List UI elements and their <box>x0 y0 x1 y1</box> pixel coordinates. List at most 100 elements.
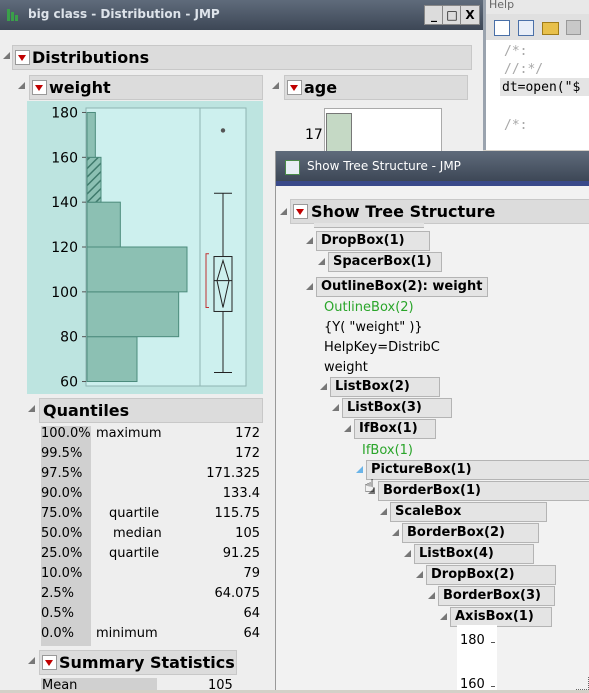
histogram-bar <box>86 201 121 248</box>
resize-grip-icon[interactable] <box>576 677 589 690</box>
quantile-pct: 25.0% <box>41 546 83 561</box>
tree-title-bar[interactable]: Show Tree Structure - JMP <box>276 151 589 181</box>
histogram-bar <box>86 246 188 293</box>
tree-window-title: Show Tree Structure - JMP <box>307 159 461 173</box>
red-triangle-menu-icon[interactable] <box>42 655 57 670</box>
tree-node-box[interactable]: OutlineBox(2): weight <box>316 277 488 297</box>
tree-node-property: {Y( "weight" )} <box>324 320 423 335</box>
tree-node-box[interactable]: ListBox(3) <box>342 398 452 418</box>
quantile-pct: 50.0% <box>41 526 83 541</box>
new-script-icon[interactable] <box>494 20 510 36</box>
tree-node-box[interactable]: ListBox(4) <box>414 544 534 564</box>
disclosure-icon[interactable] <box>404 550 411 557</box>
save-icon[interactable] <box>566 20 581 35</box>
y-axis-tick-label: 60 <box>60 375 78 391</box>
summary-mean-label: Mean <box>42 678 78 693</box>
run-script-icon[interactable] <box>518 20 534 36</box>
quantile-value: 105 <box>235 526 260 541</box>
tree-node-box[interactable]: AxisBox(1) <box>450 607 552 627</box>
disclosure-icon[interactable] <box>320 383 327 390</box>
tree-node-box[interactable]: IfBox(1) <box>354 419 436 439</box>
jmp-window-icon <box>285 160 300 175</box>
y-axis-tick-label: 180 <box>51 105 78 121</box>
age-plot <box>324 108 442 155</box>
quantile-label: quartile <box>109 546 160 561</box>
quantile-value: 115.75 <box>214 506 261 521</box>
disclosure-icon[interactable] <box>344 425 351 432</box>
disclosure-icon[interactable] <box>428 592 435 599</box>
histogram-bar <box>86 291 180 338</box>
quantile-value: 64.075 <box>214 586 261 601</box>
tree-node-box[interactable]: BorderBox(2) <box>402 523 539 543</box>
quantile-label: median <box>113 526 162 541</box>
disclosure-icon[interactable] <box>306 283 313 290</box>
disclosure-icon[interactable] <box>318 258 325 265</box>
axis-box-area: 180 160 <box>457 625 497 692</box>
tree-node-class-label: IfBox(1) <box>362 443 413 458</box>
script-line: /*: <box>504 44 528 59</box>
tree-node-property: HelpKey=DistribC <box>324 340 440 355</box>
boxplot-outlier-point <box>220 128 226 133</box>
red-triangle-menu-icon[interactable] <box>287 80 302 95</box>
y-axis-tick-label: 80 <box>60 330 78 346</box>
help-menu[interactable]: Help <box>489 0 514 11</box>
axis-tick-mark <box>491 686 495 687</box>
y-axis-tick-label: 120 <box>51 240 78 256</box>
script-window: Help /*: //:*/ dt=open("$ /*: <box>483 0 589 150</box>
disclosure-icon[interactable] <box>280 208 287 215</box>
tree-outline-header[interactable]: Show Tree Structure <box>290 199 589 224</box>
open-folder-icon[interactable] <box>542 22 559 35</box>
tree-node-box[interactable]: SpacerBox(1) <box>328 252 442 272</box>
tree-nodes: DropBox(1) SpacerBox(1) OutlineBox(2): wei… <box>276 223 589 690</box>
age-bar <box>326 113 352 155</box>
quantile-pct: 99.5% <box>41 446 83 461</box>
tree-node-box[interactable]: PictureBox(1) <box>366 460 589 480</box>
disclosure-icon[interactable] <box>306 237 313 244</box>
weight-histogram-boxplot: 180 160 140 120 100 80 60 <box>51 105 247 391</box>
boxplot-box <box>213 256 233 312</box>
tree-node-box[interactable]: DropBox(1) <box>316 231 430 251</box>
minimize-button[interactable]: _ <box>424 5 444 25</box>
script-line: /*: <box>504 118 528 133</box>
summary-statistics-title: Summary Statistics <box>59 653 235 672</box>
disclosure-icon[interactable] <box>28 657 35 664</box>
maximize-button[interactable]: □ <box>442 5 462 25</box>
quantile-pct: 2.5% <box>41 586 75 601</box>
disclosure-icon[interactable] <box>380 508 387 515</box>
age-outline-header[interactable]: age <box>284 75 468 100</box>
script-editor[interactable]: /*: //:*/ dt=open("$ /*: <box>486 40 589 150</box>
histogram-bar <box>86 336 138 383</box>
red-triangle-menu-icon[interactable] <box>293 204 308 219</box>
hand-cursor-icon: ☝ <box>364 476 375 497</box>
tree-node-box[interactable]: ListBox(2) <box>330 377 440 397</box>
disclosure-icon[interactable] <box>356 466 363 473</box>
script-toolbar <box>486 14 589 40</box>
quantile-value: 64 <box>243 626 260 641</box>
tree-node-box[interactable]: DropBox(2) <box>426 565 556 585</box>
script-line: dt=open("$ <box>502 80 581 95</box>
axis-tick-label: 180 <box>460 633 485 648</box>
disclosure-icon[interactable] <box>440 613 447 620</box>
tree-node-box[interactable]: BorderBox(3) <box>438 586 555 606</box>
script-line: //:*/ <box>504 62 544 77</box>
disclosure-icon[interactable] <box>332 404 339 411</box>
disclosure-icon[interactable] <box>272 82 279 89</box>
age-tick-label: 17 <box>305 127 323 143</box>
disclosure-icon[interactable] <box>416 571 423 578</box>
tree-node-box[interactable]: BorderBox(1) <box>378 481 589 501</box>
quantile-pct: 100.0% <box>41 426 91 441</box>
histogram-bar <box>86 111 96 158</box>
quantile-label: minimum <box>96 626 158 641</box>
quantiles-table: 100.0% maximum 172 99.5% 172 97.5% 171.325 90.0… <box>41 426 266 646</box>
tree-node-box[interactable]: ScaleBox <box>390 502 547 522</box>
quantile-label: maximum <box>96 426 162 441</box>
disclosure-icon[interactable] <box>28 405 35 412</box>
close-button[interactable]: X <box>460 5 480 25</box>
quantile-label: quartile <box>109 506 160 521</box>
disclosure-icon[interactable] <box>392 529 399 536</box>
partial-node-clipped <box>314 223 424 228</box>
summary-statistics-header[interactable]: Summary Statistics <box>39 650 237 675</box>
quantiles-outline-header[interactable]: Quantiles <box>39 398 263 423</box>
y-axis-tick-label: 160 <box>51 150 78 166</box>
age-title: age <box>304 78 338 97</box>
